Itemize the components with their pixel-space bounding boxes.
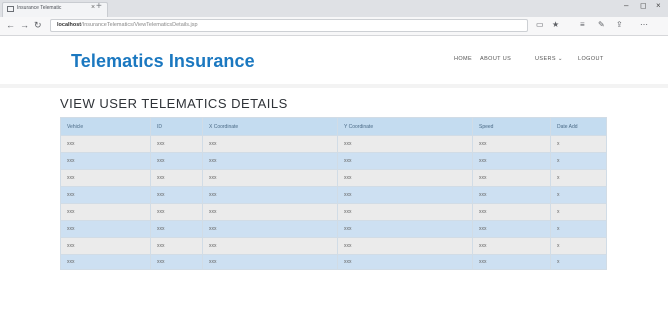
column-header: Date Add — [550, 117, 607, 136]
table-cell: xxx — [337, 169, 473, 187]
table-cell: xxx — [150, 254, 203, 270]
close-window-button[interactable]: × — [656, 1, 661, 10]
table-cell: xxx — [337, 220, 473, 238]
table-cell: x — [550, 203, 607, 221]
table-cell: xxx — [150, 152, 203, 170]
hub-icon[interactable]: ≡ — [580, 20, 585, 30]
table-cell: x — [550, 152, 607, 170]
table-cell: xxx — [472, 203, 551, 221]
table-cell: xxx — [472, 186, 551, 204]
table-cell: xxx — [202, 186, 338, 204]
table-cell: xxx — [60, 237, 151, 255]
table-row: xxx xxx xxx xxx xxx x — [60, 203, 607, 221]
page-bottom — [0, 303, 668, 309]
table-row: xxx xxx xxx xxx xxx x — [60, 254, 607, 270]
nav-about-link[interactable]: ABOUT US — [480, 56, 511, 62]
table-row: xxx xxx xxx xxx xxx x — [60, 237, 607, 255]
header-divider — [0, 84, 668, 88]
table-cell: xxx — [202, 254, 338, 270]
table-cell: x — [550, 169, 607, 187]
table-cell: xxx — [202, 152, 338, 170]
table-cell: xxx — [60, 135, 151, 153]
new-tab-button[interactable]: + — [96, 1, 102, 13]
table-cell: x — [550, 135, 607, 153]
table-row: xxx xxx xxx xxx xxx x — [60, 169, 607, 187]
table-cell: xxx — [60, 254, 151, 270]
table-cell: x — [550, 237, 607, 255]
tab-close-icon[interactable]: × — [91, 4, 95, 11]
back-button[interactable]: ← — [6, 19, 15, 31]
table-row: xxx xxx xxx xxx xxx x — [60, 186, 607, 204]
table-cell: xxx — [472, 220, 551, 238]
browser-title-bar: Insurance Telematic × + – ◻ × — [0, 0, 668, 17]
forward-button[interactable]: → — [20, 19, 29, 31]
table-cell: xxx — [150, 169, 203, 187]
table-cell: xxx — [472, 254, 551, 270]
share-icon[interactable]: ⇪ — [616, 20, 623, 30]
column-header: Vehicle — [60, 117, 151, 136]
site-header: Telematics Insurance HOME ABOUT US USERS… — [0, 36, 668, 84]
table-cell: xxx — [472, 237, 551, 255]
nav-logout-link[interactable]: LOGOUT — [578, 56, 604, 62]
table-cell: xxx — [150, 237, 203, 255]
telematics-table: Vehicle ID X Coordinate Y Coordinate Spe… — [60, 117, 607, 270]
reload-button[interactable]: ↻ — [34, 19, 42, 31]
site-logo[interactable]: Telematics Insurance — [71, 51, 255, 72]
table-cell: xxx — [202, 237, 338, 255]
table-cell: xxx — [60, 203, 151, 221]
browser-tab[interactable]: Insurance Telematic × — [2, 2, 108, 17]
table-cell: xxx — [337, 186, 473, 204]
table-cell: xxx — [202, 203, 338, 221]
address-text: localhost/InsuranceTelematics/ViewTelema… — [57, 22, 198, 28]
page-icon — [7, 6, 14, 12]
table-cell: xxx — [337, 254, 473, 270]
table-cell: xxx — [337, 237, 473, 255]
nav-users-dropdown[interactable]: USERS ⌄ — [535, 56, 563, 62]
tab-title: Insurance Telematic — [17, 5, 62, 11]
table-cell: xxx — [472, 135, 551, 153]
table-cell: x — [550, 254, 607, 270]
address-bar[interactable]: localhost/InsuranceTelematics/ViewTelema… — [50, 19, 528, 32]
table-cell: xxx — [60, 220, 151, 238]
table-cell: xxx — [150, 203, 203, 221]
nav-home-link[interactable]: HOME — [454, 56, 472, 62]
table-cell: xxx — [202, 135, 338, 153]
table-cell: xxx — [337, 135, 473, 153]
notes-icon[interactable]: ✎ — [598, 20, 605, 30]
table-header-row: Vehicle ID X Coordinate Y Coordinate Spe… — [60, 117, 607, 136]
table-row: xxx xxx xxx xxx xxx x — [60, 152, 607, 170]
table-cell: xxx — [337, 203, 473, 221]
column-header: Speed — [472, 117, 551, 136]
table-row: xxx xxx xxx xxx xxx x — [60, 135, 607, 153]
page-title: VIEW USER TELEMATICS DETAILS — [60, 96, 288, 111]
browser-nav-bar: ← → ↻ localhost/InsuranceTelematics/View… — [0, 17, 668, 36]
table-cell: xxx — [60, 152, 151, 170]
maximize-button[interactable]: ◻ — [640, 1, 647, 10]
more-icon[interactable]: ⋯ — [640, 20, 648, 30]
minimize-button[interactable]: – — [624, 1, 628, 10]
table-cell: xxx — [150, 220, 203, 238]
table-cell: xxx — [60, 169, 151, 187]
table-cell: x — [550, 186, 607, 204]
table-cell: xxx — [150, 186, 203, 204]
column-header: X Coordinate — [202, 117, 338, 136]
table-cell: xxx — [202, 169, 338, 187]
reading-view-icon[interactable]: ▭ — [536, 20, 544, 30]
favorite-star-icon[interactable]: ★ — [552, 20, 559, 30]
table-cell: xxx — [472, 152, 551, 170]
column-header: ID — [150, 117, 203, 136]
table-cell: x — [550, 220, 607, 238]
table-cell: xxx — [202, 220, 338, 238]
table-cell: xxx — [337, 152, 473, 170]
table-cell: xxx — [60, 186, 151, 204]
column-header: Y Coordinate — [337, 117, 473, 136]
table-cell: xxx — [472, 169, 551, 187]
table-cell: xxx — [150, 135, 203, 153]
table-row: xxx xxx xxx xxx xxx x — [60, 220, 607, 238]
